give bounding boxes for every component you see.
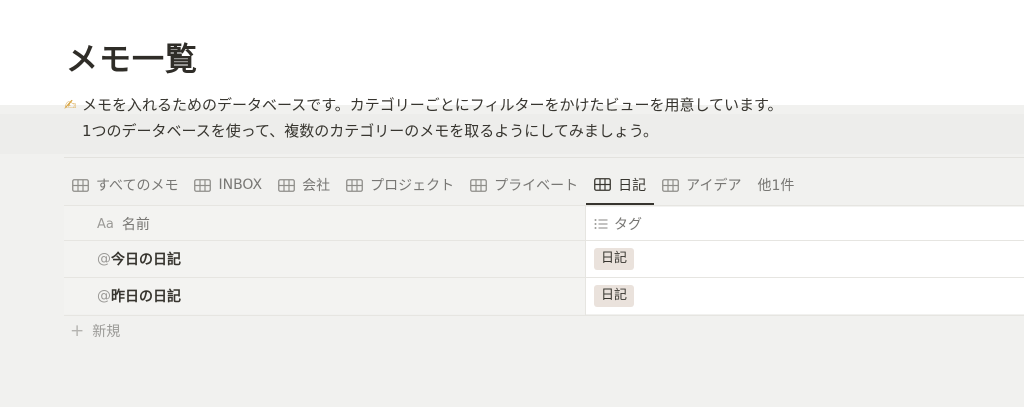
description-line-2: 1つのデータベースを使って、複数のカテゴリーのメモを取るようにしてみましょう。 xyxy=(82,122,658,140)
tab-ideas[interactable]: アイデア xyxy=(654,166,749,204)
cell-name[interactable]: @ 今日 の日記 xyxy=(64,241,585,277)
table-row[interactable]: @ 昨日 の日記 日記 xyxy=(64,278,1024,314)
page-description: ✍ メモを入れるためのデータベースです。カテゴリーごとにフィルターをかけたビュー… xyxy=(64,92,783,144)
cell-tag[interactable]: 日記 xyxy=(585,241,1024,277)
tab-company[interactable]: 会社 xyxy=(270,166,338,204)
cell-name[interactable]: @ 昨日 の日記 xyxy=(64,278,585,314)
list-icon xyxy=(594,219,608,229)
plus-icon: + xyxy=(70,320,85,341)
date-mention[interactable]: 昨日 xyxy=(111,286,139,306)
tab-label: 会社 xyxy=(302,178,331,194)
table-icon xyxy=(278,178,296,192)
divider xyxy=(64,157,1024,158)
tab-label: すべてのメモ xyxy=(96,178,179,194)
column-label: タグ xyxy=(614,217,642,233)
table-icon xyxy=(346,178,364,192)
tab-label: 日記 xyxy=(618,177,647,194)
tab-private[interactable]: プライベート xyxy=(462,166,586,204)
view-tabs: すべてのメモ INBOX 会社 プロジェクト プライベート 日記 アイデア 他1… xyxy=(64,166,802,206)
tag-pill: 日記 xyxy=(594,248,635,270)
table-divider xyxy=(64,315,1024,316)
table-icon xyxy=(662,178,680,192)
table-icon xyxy=(470,178,488,192)
name-suffix: の日記 xyxy=(139,289,181,305)
tab-inbox[interactable]: INBOX xyxy=(186,166,270,204)
more-views-button[interactable]: 他1件 xyxy=(749,166,802,204)
tab-label: プライベート xyxy=(494,178,579,194)
tag-pill: 日記 xyxy=(594,285,635,307)
tab-label: プロジェクト xyxy=(370,178,455,194)
description-line-1: メモを入れるためのデータベースです。カテゴリーごとにフィルターをかけたビューを用… xyxy=(82,96,783,114)
name-suffix: の日記 xyxy=(139,252,181,268)
column-header-name[interactable]: Aa 名前 xyxy=(64,214,585,234)
column-label: 名前 xyxy=(121,217,150,233)
tab-all-memos[interactable]: すべてのメモ xyxy=(64,166,186,204)
column-header-tag[interactable]: タグ xyxy=(585,207,1024,241)
mention-at: @ xyxy=(97,251,111,267)
column-divider xyxy=(585,206,586,316)
tab-diary[interactable]: 日記 xyxy=(586,166,655,205)
tab-project[interactable]: プロジェクト xyxy=(338,166,462,204)
table-icon xyxy=(594,178,612,191)
table-header-row: Aa 名前 タグ xyxy=(64,206,1024,242)
tab-label: アイデア xyxy=(686,178,742,194)
writing-hand-icon: ✍ xyxy=(64,96,77,114)
table-row[interactable]: @ 今日 の日記 日記 xyxy=(64,241,1024,277)
text-property-icon: Aa xyxy=(97,216,114,232)
page-title: メモ一覧 xyxy=(66,40,199,78)
table-icon xyxy=(72,178,89,192)
new-row-button[interactable]: + 新規 xyxy=(70,321,120,341)
table-icon xyxy=(194,178,212,192)
cell-tag[interactable]: 日記 xyxy=(585,278,1024,314)
new-row-label: 新規 xyxy=(92,324,121,340)
date-mention[interactable]: 今日 xyxy=(111,249,139,269)
tab-label: INBOX xyxy=(218,177,263,193)
mention-at: @ xyxy=(97,288,111,304)
